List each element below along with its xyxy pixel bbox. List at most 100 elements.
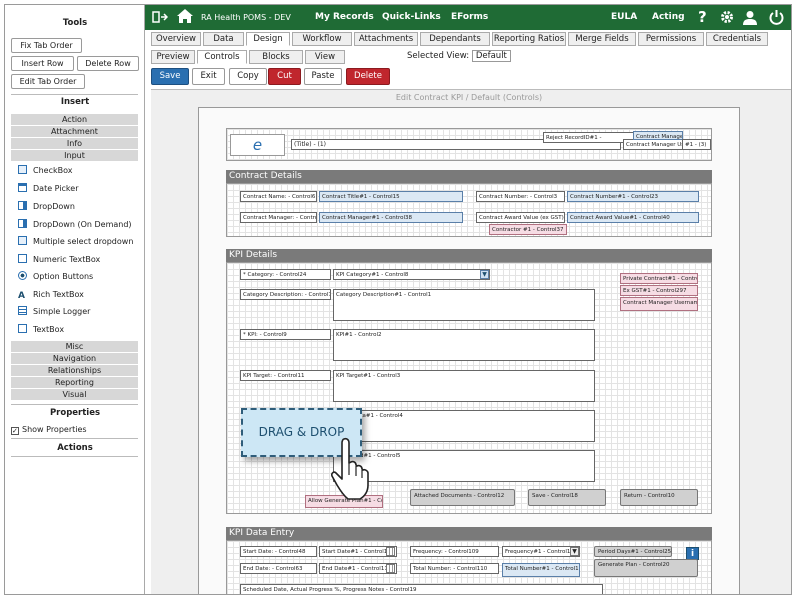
schedule-grid-control[interactable]: Scheduled Date, Actual Progress %, Progr… [240,584,603,594]
subtab-preview[interactable]: Preview [151,50,195,64]
reject-record-field[interactable]: Reject RecordID#1 - [543,132,635,143]
save-button[interactable]: Save [151,68,189,85]
nav-my-records[interactable]: My Records [315,5,374,30]
chevron-down-icon[interactable]: ▼ [570,547,579,556]
period-days-field[interactable]: Period Days#1 - Control25 [594,546,672,557]
control-rich-textbox[interactable]: A Rich TextBox [18,288,84,302]
total-number-field[interactable]: Total Number#1 - Control136 [502,563,580,577]
checkbox-checked-icon[interactable]: ✓ [11,427,19,435]
subtab-blocks[interactable]: Blocks [249,50,303,64]
frequency-label[interactable]: Frequency: - Control109 [410,546,499,557]
category-description-label[interactable]: Category Description: - Control7 [240,289,331,300]
group-relationships[interactable]: Relationships [11,365,138,376]
help-icon[interactable]: ? [698,5,707,30]
tab-design[interactable]: Design [246,32,290,46]
delete-row-button[interactable]: Delete Row [77,56,139,71]
edit-tab-order-button[interactable]: Edit Tab Order [11,74,85,89]
generate-plan-button[interactable]: Generate Plan - Control20 [594,559,698,577]
group-misc[interactable]: Misc [11,341,138,352]
tab-attachments[interactable]: Attachments [354,32,418,46]
save-control-button[interactable]: Save - Control18 [528,489,606,506]
nav-eforms[interactable]: EForms [451,5,488,30]
tab-overview[interactable]: Overview [151,32,201,46]
end-date-label[interactable]: End Date: - Control63 [240,563,317,574]
control-numeric-textbox[interactable]: Numeric TextBox [18,253,100,267]
exit-button[interactable]: Exit [192,68,225,85]
group-attachment[interactable]: Attachment [11,126,138,137]
kpi-data-entry-header: KPI Data Entry [226,527,712,540]
fix-tab-order-button[interactable]: Fix Tab Order [11,38,82,53]
control-dropdown-on-demand[interactable]: DropDown (On Demand) [18,218,132,232]
tab-credentials[interactable]: Credentials [706,32,768,46]
contract-number-field[interactable]: Contract Number#1 - Control23 [567,191,699,202]
collapse-sidebar-icon[interactable] [152,11,168,23]
home-icon[interactable] [176,8,194,24]
paste-button[interactable]: Paste [304,68,342,85]
power-logout-icon[interactable] [769,9,784,25]
category-label[interactable]: * Category: - Control24 [240,269,331,280]
total-number-label[interactable]: Total Number: - Control110 [410,563,499,574]
tab-dependants[interactable]: Dependants [420,32,490,46]
group-visual[interactable]: Visual [11,389,138,400]
settings-gear-icon[interactable] [720,10,735,25]
subtab-controls[interactable]: Controls [197,50,247,64]
contract-manager-value[interactable]: Contract Manager#1 - Control38 [319,212,463,223]
frequency-dropdown[interactable]: Frequency#1 - Control138 [502,546,580,557]
attached-documents-button[interactable]: Attached Documents - Control12 [410,489,515,506]
control-date-picker[interactable]: Date Picker [18,182,79,196]
nav-acting[interactable]: Acting [652,5,685,30]
group-info[interactable]: Info [11,138,138,149]
tab-reporting-ratios[interactable]: Reporting Ratios [492,32,566,46]
contract-manager-username-field[interactable]: Contract Manager Username#1 - Control31 [620,297,698,311]
kpi-category-dropdown[interactable]: KPI Category#1 - Control8 [333,269,490,280]
return-button[interactable]: Return - Control10 [620,489,698,506]
kpi-target-label[interactable]: KPI Target: - Control11 [240,370,331,381]
delete-button[interactable]: Delete [346,68,390,85]
tab-data[interactable]: Data [203,32,244,46]
calendar-icon[interactable] [386,547,395,556]
control-option-buttons[interactable]: Option Buttons [18,270,93,284]
control-checkbox[interactable]: CheckBox [18,164,72,178]
control-dropdown[interactable]: DropDown [18,200,75,214]
rich-text-icon: A [18,291,25,301]
contract-title-field[interactable]: Contract Title#1 - Control15 [319,191,463,202]
tab-workflow[interactable]: Workflow [292,32,352,46]
category-description-field[interactable]: Category Description#1 - Control1 [333,289,595,321]
insert-row-button[interactable]: Insert Row [11,56,74,71]
nav-eula[interactable]: EULA [611,5,637,30]
contract-name-label[interactable]: Contract Name: - Control6 [240,191,317,202]
kpi-label[interactable]: * KPI: - Control9 [240,329,331,340]
contract-manager-label[interactable]: Contract Manager: - Control26 [240,212,317,223]
kpi-target-field[interactable]: KPI Target#1 - Control3 [333,370,595,402]
tab-merge-fields[interactable]: Merge Fields [568,32,636,46]
selected-view-select[interactable]: Default [471,50,511,62]
group-input[interactable]: Input [11,150,138,161]
kpi-field[interactable]: KPI#1 - Control2 [333,329,595,361]
chevron-down-icon[interactable]: ▼ [480,270,489,279]
calendar-icon[interactable] [386,564,395,573]
fraction-field[interactable]: #1 - (3) [682,139,711,150]
contractor-field[interactable]: Contractor #1 - Control37 [489,224,567,235]
subtab-view[interactable]: View [305,50,345,64]
private-contract-field[interactable]: Private Contract#1 - Control28 [620,273,698,284]
nav-quick-links[interactable]: Quick-Links [382,5,441,30]
user-profile-icon[interactable] [743,10,757,25]
contract-number-label[interactable]: Contract Number: - Control3 [476,191,565,202]
control-simple-logger[interactable]: Simple Logger [18,305,90,319]
cut-button[interactable]: Cut [268,68,301,85]
award-value-field[interactable]: Contract Award Value#1 - Control40 [567,212,699,223]
tab-permissions[interactable]: Permissions [638,32,704,46]
start-date-label[interactable]: Start Date: - Control48 [240,546,317,557]
ex-gst-field[interactable]: Ex GST#1 - Control297 [620,285,698,296]
control-textbox[interactable]: TextBox [18,323,64,337]
control-multiple-select-dropdown[interactable]: Multiple select dropdown [18,235,133,249]
logo-image[interactable]: e [230,134,285,156]
contract-manager-field[interactable]: Contract Manager [633,131,683,140]
group-action[interactable]: Action [11,114,138,125]
award-value-label[interactable]: Contract Award Value (ex GST): - Control… [476,212,565,223]
copy-button[interactable]: Copy [229,68,267,85]
group-navigation[interactable]: Navigation [11,353,138,364]
show-properties-toggle[interactable]: ✓ Show Properties [11,425,87,435]
group-reporting[interactable]: Reporting [11,377,138,388]
design-canvas[interactable]: e (Title) - (1) Reject RecordID#1 - Cont… [198,107,740,594]
